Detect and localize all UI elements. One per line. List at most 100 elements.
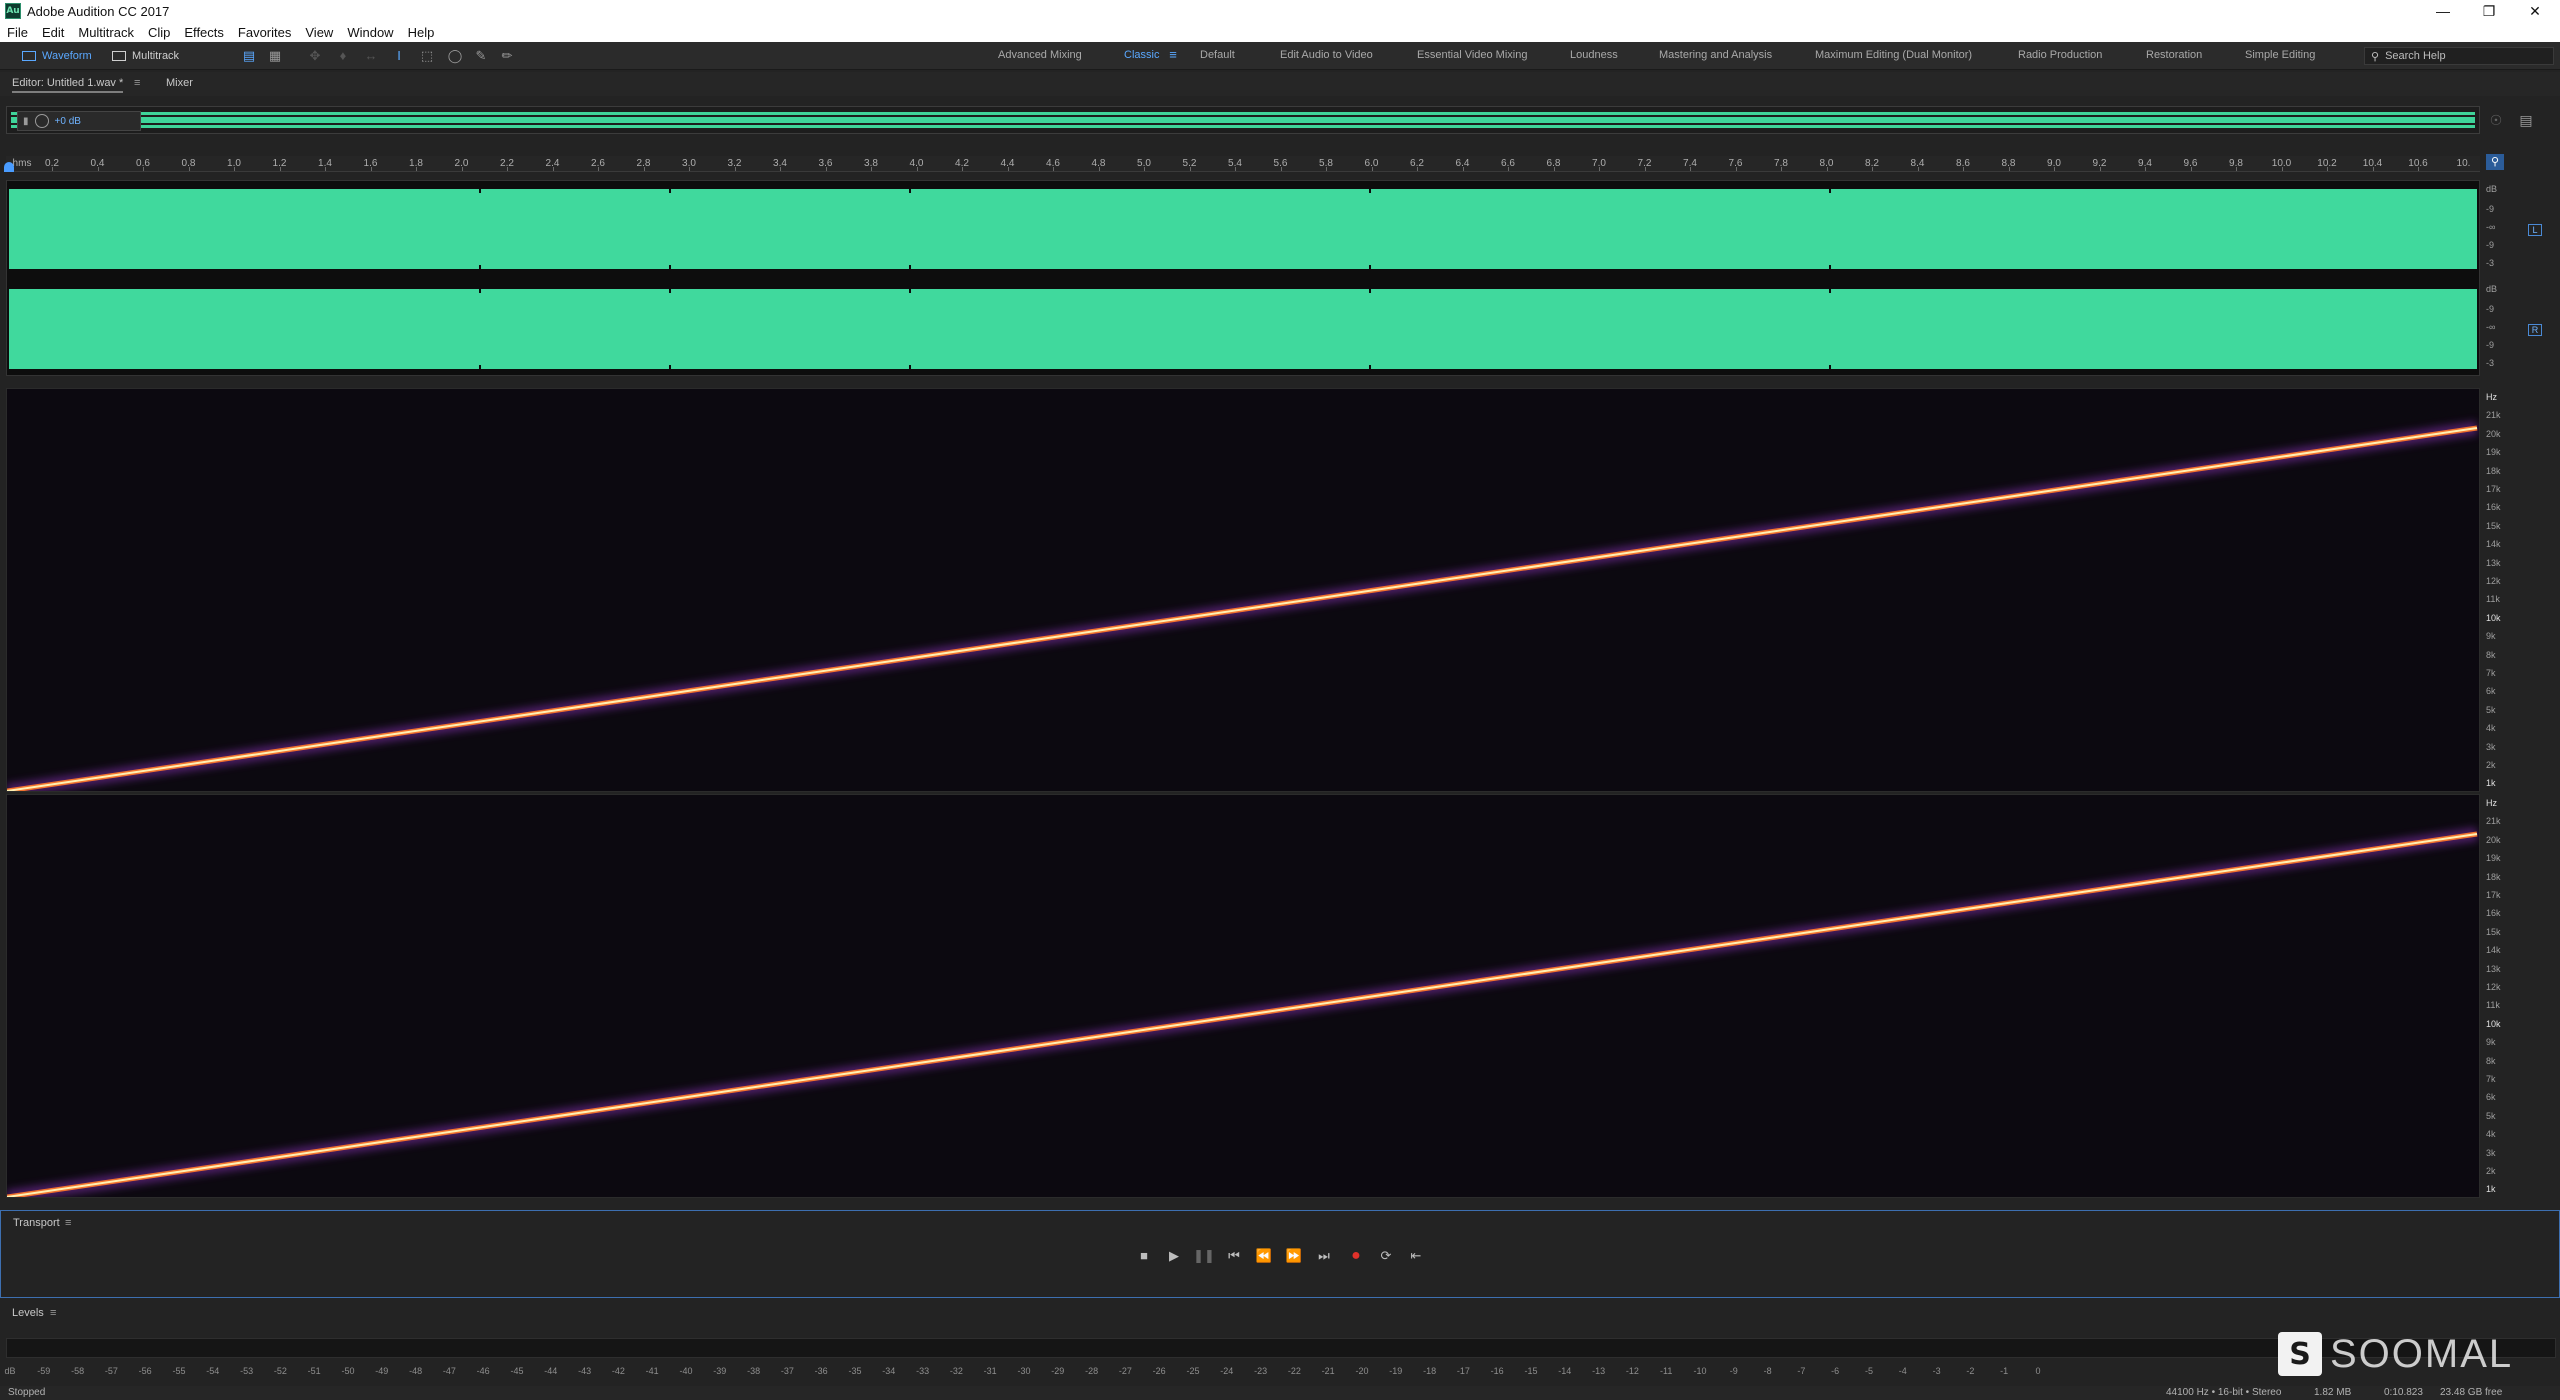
level-scale-label: -9 [1729,1366,1738,1376]
ruler-tick-mark [2054,167,2055,171]
level-scale-label: -49 [375,1366,389,1376]
level-scale-label: -28 [1085,1366,1099,1376]
maximize-icon[interactable]: ❐ [2466,0,2512,22]
ruler-tick-mark [1053,167,1054,171]
workspace-edit-audio-to-video[interactable]: Edit Audio to Video [1280,49,1373,61]
menu-window[interactable]: Window [340,25,400,40]
menu-edit[interactable]: Edit [35,25,71,40]
level-scale-label: -19 [1389,1366,1403,1376]
fast-forward-icon[interactable]: ⏩ [1283,1245,1305,1267]
hz-scale-label: 15k [2486,520,2501,531]
menu-clip[interactable]: Clip [141,25,177,40]
menu-view[interactable]: View [298,25,340,40]
hz-scale-label: 8k [2486,1055,2496,1066]
transport-menu-icon[interactable]: ≡ [65,1217,71,1229]
go-to-end-icon[interactable]: ⏭ [1313,1245,1335,1267]
hz-scale-label: 16k [2486,502,2501,513]
move-tool-icon[interactable]: ✥ [306,48,324,64]
spectral-pitch-icon[interactable]: ▦ [266,48,284,64]
channel-right-toggle[interactable]: R [2528,324,2542,336]
workspace-restoration[interactable]: Restoration [2146,49,2202,61]
marquee-selection-tool-icon[interactable]: ⬚ [418,48,436,64]
waveform-display[interactable] [6,180,2480,376]
menu-help[interactable]: Help [401,25,442,40]
playhead-marker[interactable] [4,162,14,172]
workspace-classic[interactable]: Classic [1124,49,1159,61]
level-scale-label: -48 [409,1366,423,1376]
workspace-maximum-editing[interactable]: Maximum Editing (Dual Monitor) [1815,49,1972,61]
menu-favorites[interactable]: Favorites [231,25,298,40]
go-to-start-icon[interactable]: ⏮ [1223,1245,1245,1267]
spot-healing-brush-icon[interactable]: ✏ [498,48,516,64]
workspace-radio-production[interactable]: Radio Production [2018,49,2102,61]
multitrack-view-button[interactable]: Multitrack [104,46,187,66]
transport-title: Transport [13,1217,60,1229]
menu-multitrack[interactable]: Multitrack [71,25,141,40]
overview-navigator[interactable]: ▮ +0 dB [6,106,2480,134]
play-icon[interactable]: ▶ [1163,1245,1185,1267]
close-icon[interactable]: ✕ [2512,0,2558,22]
audition-app-icon: Au [5,3,21,19]
panel-menu-icon[interactable]: ≡ [134,77,140,89]
waveform-transient-mark [479,287,481,293]
workspace-simple-editing[interactable]: Simple Editing [2245,49,2315,61]
spectral-display-icon[interactable]: ▤ [240,48,258,64]
hz-scale-label: 7k [2486,668,2496,678]
ruler-tick-mark [1235,167,1236,171]
slip-tool-icon[interactable]: ↔ [362,48,380,64]
hz-scale-label: 6k [2486,686,2496,697]
tab-mixer[interactable]: Mixer [166,77,193,89]
menu-effects[interactable]: Effects [177,25,231,40]
hud-volume[interactable]: ▮ +0 dB [17,111,141,131]
workspace-loudness[interactable]: Loudness [1570,49,1618,61]
rewind-icon[interactable]: ⏪ [1253,1245,1275,1267]
workspace-advanced-mixing[interactable]: Advanced Mixing [998,49,1082,61]
waveform-transient-mark [1829,365,1831,371]
workspace-menu-icon[interactable]: ≡ [1164,47,1182,63]
razor-tool-icon[interactable]: ♦ [334,48,352,64]
hz-scale-label: 2k [2486,1166,2496,1176]
pause-icon[interactable]: ❚❚ [1193,1245,1215,1267]
zoom-navigator-icon[interactable]: ⚲ [2486,154,2504,170]
waveform-view-button[interactable]: Waveform [14,46,100,66]
waveform-transient-mark [669,365,671,371]
record-icon[interactable]: ● [1345,1245,1367,1267]
levels-menu-icon[interactable]: ≡ [50,1307,56,1319]
ruler-tick-mark [52,167,53,171]
level-scale-label: -38 [747,1366,761,1376]
ruler-tick-mark [2281,167,2283,171]
menu-file[interactable]: File [0,25,35,40]
search-help-field[interactable]: ⚲ Search Help [2364,47,2554,65]
panel-options-icon[interactable]: ▤ [2516,110,2536,130]
volume-knob[interactable] [34,114,49,128]
level-scale-label: -25 [1186,1366,1200,1376]
ruler-tick-mark [1462,167,1464,171]
status-free-space: 23.48 GB free [2440,1387,2503,1398]
level-meter [6,1338,2556,1358]
channel-left-toggle[interactable]: L [2528,224,2542,236]
hz-scale-label: 6k [2486,1092,2496,1103]
time-ruler[interactable]: hms 0.2 0.4 0.6 0.8 1.0 1.2 1.4 1.6 1.8 2.0 2.2 2.4… [6,156,2480,172]
lasso-selection-tool-icon[interactable]: ◯ [446,48,464,64]
workspace-default[interactable]: Default [1200,49,1235,61]
spectral-display-left[interactable] [6,388,2480,792]
overview-waveform [11,112,2475,128]
workspace-mastering-and-analysis[interactable]: Mastering and Analysis [1659,49,1772,61]
tab-editor[interactable]: Editor: Untitled 1.wav * [12,77,124,93]
sweep-trace-right [7,827,2479,1197]
zoom-reset-icon[interactable]: ☉ [2486,110,2506,130]
hz-scale-label: 9k [2486,1037,2496,1048]
ruler-tick-mark [1326,167,1327,171]
level-scale-label: -43 [578,1366,592,1376]
spectral-display-right[interactable] [6,794,2480,1198]
waveform-transient-mark [669,265,671,271]
time-selection-tool-icon[interactable]: I [390,48,408,64]
level-scale-label: -15 [1524,1366,1538,1376]
skip-selection-icon[interactable]: ⇤ [1405,1245,1427,1267]
workspace-essential-video-mixing[interactable]: Essential Video Mixing [1417,49,1527,61]
level-scale-label: -47 [442,1366,456,1376]
minimize-icon[interactable]: — [2420,0,2466,22]
brush-selection-tool-icon[interactable]: ✎ [472,48,490,64]
loop-icon[interactable]: ⟳ [1375,1245,1397,1267]
stop-icon[interactable]: ■ [1133,1245,1155,1267]
